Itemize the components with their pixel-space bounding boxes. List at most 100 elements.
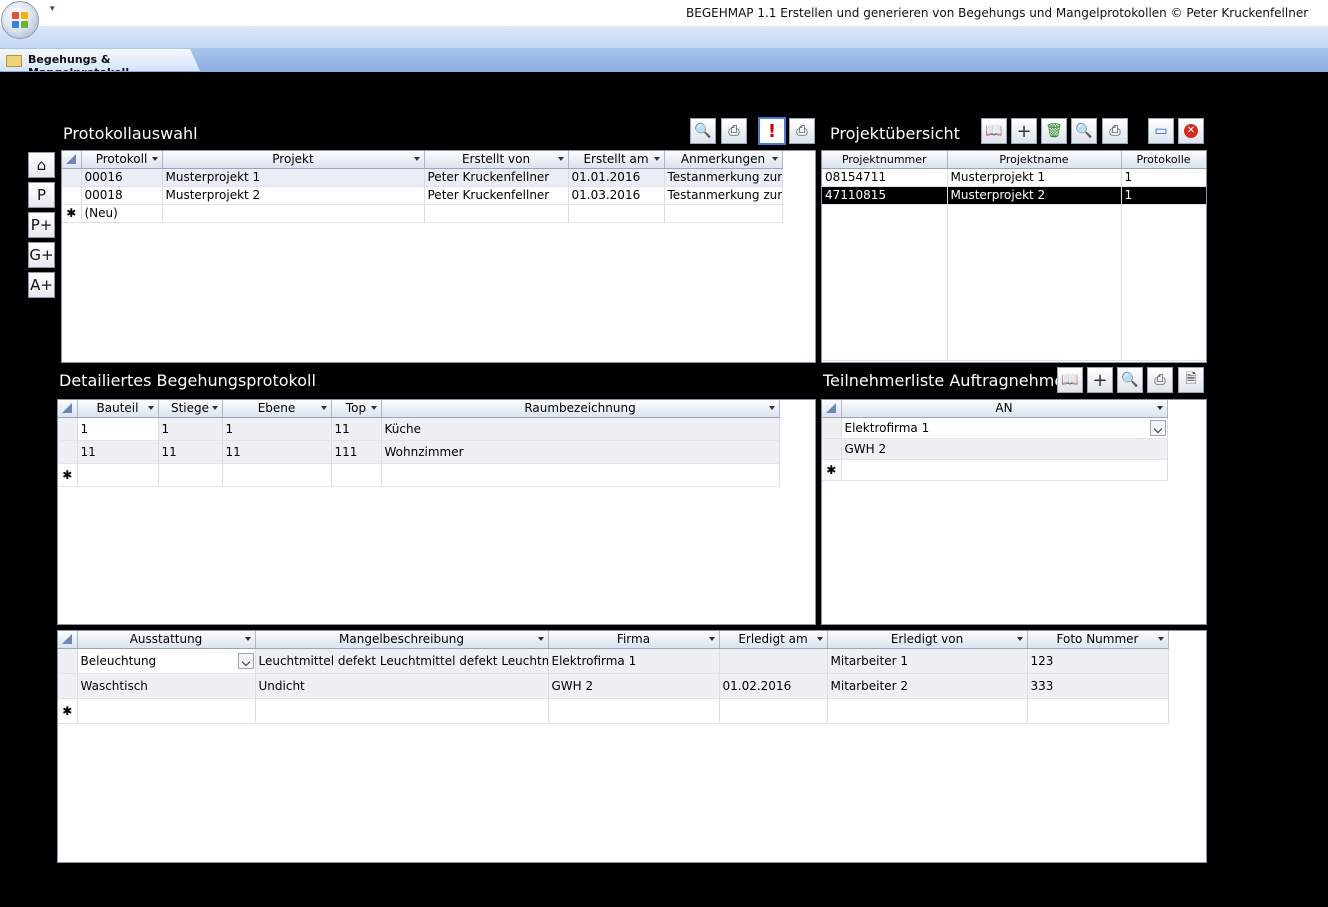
col-ebene[interactable]: Ebene	[222, 400, 332, 418]
cell-projekt[interactable]: Musterprojekt 1	[162, 168, 425, 187]
cell-firma[interactable]: Elektrofirma 1	[548, 648, 720, 674]
table-row[interactable]: GWH 2	[822, 438, 1168, 460]
col-projektname[interactable]: Projektname	[947, 151, 1122, 169]
close-button[interactable]: ✕	[1178, 118, 1204, 144]
cell-projektnummer[interactable]: 08154711	[822, 168, 948, 187]
cell-protokoll[interactable]: 00016	[81, 168, 163, 187]
nav-home-button[interactable]: ⌂	[28, 152, 55, 178]
empty-cell[interactable]	[255, 698, 549, 724]
cell-ausstattung-combo[interactable]: Beleuchtung	[77, 648, 256, 674]
cell-anmerkungen[interactable]: Testanmerkung zur	[664, 186, 783, 205]
row-selector[interactable]	[58, 440, 78, 464]
empty-cell[interactable]	[424, 204, 569, 223]
col-erstellt-am[interactable]: Erstellt am	[568, 151, 665, 169]
col-projektnummer[interactable]: Projektnummer	[822, 151, 948, 169]
row-selector[interactable]	[58, 673, 78, 699]
empty-cell[interactable]	[548, 698, 720, 724]
col-mangelbeschreibung[interactable]: Mangelbeschreibung	[255, 631, 549, 649]
cell-erledigt-am[interactable]	[719, 648, 828, 674]
cell-raumbezeichnung[interactable]: Küche	[381, 417, 780, 441]
cell-erstellt-am[interactable]: 01.03.2016	[568, 186, 665, 205]
new-record-row[interactable]: ✱	[822, 459, 1168, 481]
table-row[interactable]: 00018 Musterprojekt 2 Peter Kruckenfelln…	[62, 186, 783, 205]
select-all-corner[interactable]	[58, 631, 78, 649]
minimize-window-button[interactable]: ▭	[1148, 118, 1174, 144]
cell-mangelbeschreibung[interactable]: Leuchtmittel defekt Leuchtmittel defekt …	[255, 648, 549, 674]
warning-button[interactable]: !	[758, 117, 786, 145]
col-projekt[interactable]: Projekt	[162, 151, 425, 169]
table-row[interactable]: 00016 Musterprojekt 1 Peter Kruckenfelln…	[62, 168, 783, 187]
empty-cell[interactable]	[331, 463, 382, 487]
new-record-row[interactable]: ✱	[58, 463, 780, 487]
col-foto-nummer[interactable]: Foto Nummer	[1027, 631, 1169, 649]
nav-p-plus-button[interactable]: P+	[28, 212, 55, 238]
print-button[interactable]: ⎙	[721, 118, 747, 144]
row-selector[interactable]	[58, 417, 78, 441]
col-protokoll[interactable]: Protokoll	[81, 151, 163, 169]
empty-cell[interactable]	[162, 204, 425, 223]
preview-project-button[interactable]: 🔍	[1071, 118, 1097, 144]
nav-a-plus-button[interactable]: A+	[28, 272, 55, 298]
cell-bauteil[interactable]: 1	[77, 417, 159, 441]
select-all-corner[interactable]	[822, 400, 842, 418]
row-selector[interactable]	[822, 438, 842, 460]
col-raumbezeichnung[interactable]: Raumbezeichnung	[381, 400, 780, 418]
empty-cell[interactable]	[77, 698, 256, 724]
cell-projekt[interactable]: Musterprojekt 2	[162, 186, 425, 205]
preview-button[interactable]: 🔍	[690, 118, 716, 144]
table-row[interactable]: Elektrofirma 1	[822, 417, 1168, 439]
print-participant-button[interactable]: ⎙	[1147, 367, 1173, 393]
cell-erledigt-von[interactable]: Mitarbeiter 1	[827, 648, 1028, 674]
col-erledigt-von[interactable]: Erledigt von	[827, 631, 1028, 649]
col-erledigt-am[interactable]: Erledigt am	[719, 631, 828, 649]
new-record-label[interactable]: (Neu)	[81, 204, 163, 223]
empty-cell[interactable]	[719, 698, 828, 724]
col-anmerkungen[interactable]: Anmerkungen	[664, 151, 783, 169]
print-list-button[interactable]: ⎙	[789, 118, 815, 144]
empty-cell[interactable]	[568, 204, 665, 223]
col-ausstattung[interactable]: Ausstattung	[77, 631, 256, 649]
empty-cell[interactable]	[158, 463, 223, 487]
cell-projektname[interactable]: Musterprojekt 2	[947, 186, 1122, 205]
row-selector[interactable]	[62, 186, 82, 205]
cell-stiege[interactable]: 11	[158, 440, 223, 464]
nav-p-button[interactable]: P	[28, 182, 55, 208]
cell-foto-nummer[interactable]: 333	[1027, 673, 1169, 699]
print-project-button[interactable]: ⎙	[1102, 118, 1128, 144]
cell-foto-nummer[interactable]: 123	[1027, 648, 1169, 674]
col-firma[interactable]: Firma	[548, 631, 720, 649]
col-top[interactable]: Top	[331, 400, 382, 418]
cell-ebene[interactable]: 1	[222, 417, 332, 441]
chevron-down-icon[interactable]	[1149, 419, 1166, 436]
open-project-button[interactable]: 📖	[981, 118, 1007, 144]
cell-mangelbeschreibung[interactable]: Undicht	[255, 673, 549, 699]
table-row[interactable]: 08154711 Musterprojekt 1 1	[822, 168, 1206, 187]
empty-cell[interactable]	[841, 459, 1168, 481]
tab-begehungs-mangelprotokoll[interactable]: Begehungs & Mangelprotokoll	[0, 49, 200, 71]
cell-erledigt-am[interactable]: 01.02.2016	[719, 673, 828, 699]
select-all-corner[interactable]	[58, 400, 78, 418]
empty-cell[interactable]	[827, 698, 1028, 724]
new-record-row[interactable]: ✱	[58, 698, 1169, 724]
table-row[interactable]: Waschtisch Undicht GWH 2 01.02.2016 Mita…	[58, 673, 1169, 699]
table-row[interactable]: 11 11 11 111 Wohnzimmer	[58, 440, 780, 464]
empty-cell[interactable]	[381, 463, 780, 487]
cell-bauteil[interactable]: 11	[77, 440, 159, 464]
empty-cell[interactable]	[1027, 698, 1169, 724]
empty-cell[interactable]	[77, 463, 159, 487]
cell-protokolle[interactable]: 1	[1121, 168, 1206, 187]
row-selector[interactable]	[58, 648, 78, 674]
table-row[interactable]: Beleuchtung Leuchtmittel defekt Leuchtmi…	[58, 648, 1169, 674]
cell-anmerkungen[interactable]: Testanmerkung zur	[664, 168, 783, 187]
new-record-row[interactable]: ✱ (Neu)	[62, 204, 783, 223]
delete-project-button[interactable]: 🗑	[1041, 118, 1067, 144]
cell-erstellt-am[interactable]: 01.01.2016	[568, 168, 665, 187]
cell-raumbezeichnung[interactable]: Wohnzimmer	[381, 440, 780, 464]
col-erstellt-von[interactable]: Erstellt von	[424, 151, 569, 169]
cell-erledigt-von[interactable]: Mitarbeiter 2	[827, 673, 1028, 699]
empty-cell[interactable]	[222, 463, 332, 487]
add-participant-button[interactable]: +	[1087, 367, 1113, 393]
export-participant-button[interactable]: 🗎	[1178, 367, 1204, 393]
cell-projektnummer[interactable]: 47110815	[822, 186, 948, 205]
chevron-down-icon[interactable]	[237, 652, 254, 669]
